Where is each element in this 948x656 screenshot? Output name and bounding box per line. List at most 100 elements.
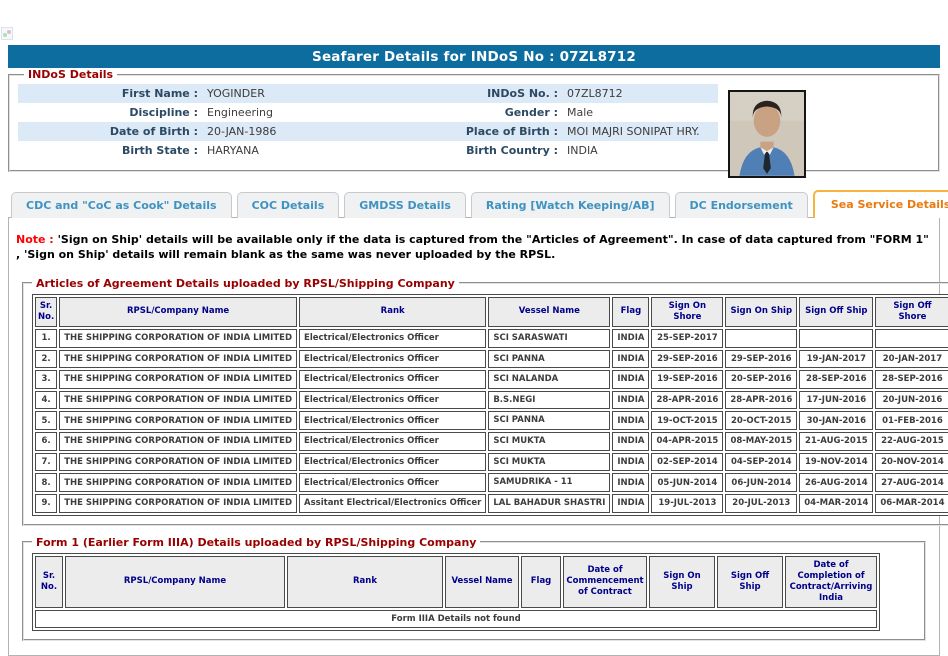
broken-image-icon [1,27,13,40]
cell-flag: INDIA [612,391,649,410]
field-value-moi-majri-sonipat-hry: MOI MAJRI SONIPAT HRY. [558,125,718,138]
column-header-date-of-commencement-of-contract: Date of Commencement of Contract [563,556,647,608]
cell-flag: INDIA [612,473,649,492]
cell-sign-on-shore: 29-SEP-2016 [651,350,723,369]
cell-flag: INDIA [612,453,649,472]
form1-legend: Form 1 (Earlier Form IIIA) Details uploa… [32,536,480,549]
tab-bar: CDC and "CoC as Cook" DetailsCOC Details… [8,190,940,217]
cell-vessel-name: SCI SARASWATI [488,329,610,348]
field-label-gender: Gender : [450,106,558,119]
form1-section: Form 1 (Earlier Form IIIA) Details uploa… [22,536,926,641]
column-header-flag: Flag [612,297,649,327]
cell-rpsl-company-name: THE SHIPPING CORPORATION OF INDIA LIMITE… [59,494,297,513]
cell-sign-on-ship: 29-SEP-2016 [725,350,797,369]
cell-rpsl-company-name: THE SHIPPING CORPORATION OF INDIA LIMITE… [59,370,297,389]
note-body: 'Sign on Ship' details will be available… [16,233,929,261]
cell-sign-on-ship: 06-JUN-2014 [725,473,797,492]
table-row: 6.THE SHIPPING CORPORATION OF INDIA LIMI… [35,432,948,451]
cell-flag: INDIA [612,350,649,369]
cell-rank: Electrical/Electronics Officer [299,391,486,410]
cell-sign-on-shore: 04-APR-2015 [651,432,723,451]
header-row: Sr. No.RPSL/Company NameRankVessel NameF… [35,556,877,608]
cell-sign-off-shore: 20-JAN-2017 [875,350,948,369]
field-value-engineering: Engineering [198,106,450,119]
field-value-haryana: HARYANA [198,144,450,157]
cell-sign-off-shore: 28-SEP-2016 [875,370,948,389]
cell-sr-no: 8. [35,473,57,492]
cell-vessel-name: SCI NALANDA [488,370,610,389]
cell-sr-no: 5. [35,411,57,430]
cell-vessel-name: SAMUDRIKA - 11 [488,473,610,492]
note-text: Note : 'Sign on Ship' details will be av… [14,226,934,267]
column-header-date-of-completion-of-contract-arriving-india: Date of Completion of Contract/Arriving … [785,556,877,608]
cell-rank: Electrical/Electronics Officer [299,329,486,348]
field-value-07zl8712: 07ZL8712 [558,87,718,100]
field-label-place-of-birth: Place of Birth : [450,125,558,138]
cell-sign-on-shore: 19-JUL-2013 [651,494,723,513]
note-prefix: Note : [16,233,54,246]
cell-rpsl-company-name: THE SHIPPING CORPORATION OF INDIA LIMITE… [59,350,297,369]
column-header-vessel-name: Vessel Name [445,556,519,608]
cell-sr-no: 7. [35,453,57,472]
tab-gmdss-details[interactable]: GMDSS Details [344,192,466,218]
tab-rating-watch-keeping-ab[interactable]: Rating [Watch Keeping/AB] [471,192,670,218]
indos-details-legend: INDoS Details [24,68,117,81]
column-header-sr-no: Sr. No. [35,297,57,327]
cell-rpsl-company-name: THE SHIPPING CORPORATION OF INDIA LIMITE… [59,391,297,410]
cell-rank: Electrical/Electronics Officer [299,370,486,389]
cell-sign-off-shore: 01-FEB-2016 [875,411,948,430]
column-header-sign-on-shore: Sign On Shore [651,297,723,327]
cell-sign-on-ship: 08-MAY-2015 [725,432,797,451]
table-row: 9.THE SHIPPING CORPORATION OF INDIA LIMI… [35,494,948,513]
cell-sign-off-shore: 22-AUG-2015 [875,432,948,451]
table-row: 7.THE SHIPPING CORPORATION OF INDIA LIMI… [35,453,948,472]
cell-vessel-name: SCI MUKTA [488,453,610,472]
column-header-sr-no: Sr. No. [35,556,63,608]
field-label-indos-no: INDoS No. : [450,87,558,100]
articles-legend: Articles of Agreement Details uploaded b… [32,277,459,290]
cell-flag: INDIA [612,370,649,389]
cell-sign-off-ship: 28-SEP-2016 [799,370,873,389]
empty-message: Form IIIA Details not found [35,610,877,628]
column-header-sign-on-ship: Sign On Ship [649,556,715,608]
cell-sign-on-shore: 28-APR-2016 [651,391,723,410]
cell-rpsl-company-name: THE SHIPPING CORPORATION OF INDIA LIMITE… [59,432,297,451]
cell-sr-no: 2. [35,350,57,369]
field-label-date-of-birth: Date of Birth : [18,125,198,138]
tab-coc-details[interactable]: COC Details [237,192,340,218]
cell-rpsl-company-name: THE SHIPPING CORPORATION OF INDIA LIMITE… [59,411,297,430]
cell-rank: Electrical/Electronics Officer [299,350,486,369]
tab-dc-endorsement[interactable]: DC Endorsement [675,192,808,218]
cell-flag: INDIA [612,329,649,348]
field-value-india: INDIA [558,144,718,157]
seafarer-photo [728,90,806,178]
cell-rpsl-company-name: THE SHIPPING CORPORATION OF INDIA LIMITE… [59,453,297,472]
table-row: 1.THE SHIPPING CORPORATION OF INDIA LIMI… [35,329,948,348]
cell-sign-on-ship [725,329,797,348]
tab-sea-service-details[interactable]: Sea Service Details [813,190,948,218]
field-value-male: Male [558,106,718,119]
cell-sign-on-shore: 05-JUN-2014 [651,473,723,492]
indos-row-discipline: Discipline :EngineeringGender :Male [18,103,718,122]
indos-row-date-of-birth: Date of Birth :20-JAN-1986Place of Birth… [18,122,718,141]
column-header-vessel-name: Vessel Name [488,297,610,327]
cell-sr-no: 4. [35,391,57,410]
cell-flag: INDIA [612,494,649,513]
cell-sign-off-ship: 19-NOV-2014 [799,453,873,472]
header-row: Sr. No.RPSL/Company NameRankVessel NameF… [35,297,948,327]
cell-rank: Electrical/Electronics Officer [299,432,486,451]
cell-sign-on-ship: 20-JUL-2013 [725,494,797,513]
cell-vessel-name: SCI PANNA [488,350,610,369]
column-header-rpsl-company-name: RPSL/Company Name [65,556,285,608]
tab-cdc-and-coc-as-cook-details[interactable]: CDC and "CoC as Cook" Details [11,192,232,218]
cell-sign-off-ship: 30-JAN-2016 [799,411,873,430]
top-spacer [0,0,948,45]
cell-sr-no: 1. [35,329,57,348]
cell-rank: Electrical/Electronics Officer [299,411,486,430]
cell-rank: Electrical/Electronics Officer [299,453,486,472]
column-header-flag: Flag [521,556,561,608]
table-row: 4.THE SHIPPING CORPORATION OF INDIA LIMI… [35,391,948,410]
articles-table: Sr. No.RPSL/Company NameRankVessel NameF… [32,294,948,516]
cell-flag: INDIA [612,432,649,451]
table-row: 8.THE SHIPPING CORPORATION OF INDIA LIMI… [35,473,948,492]
